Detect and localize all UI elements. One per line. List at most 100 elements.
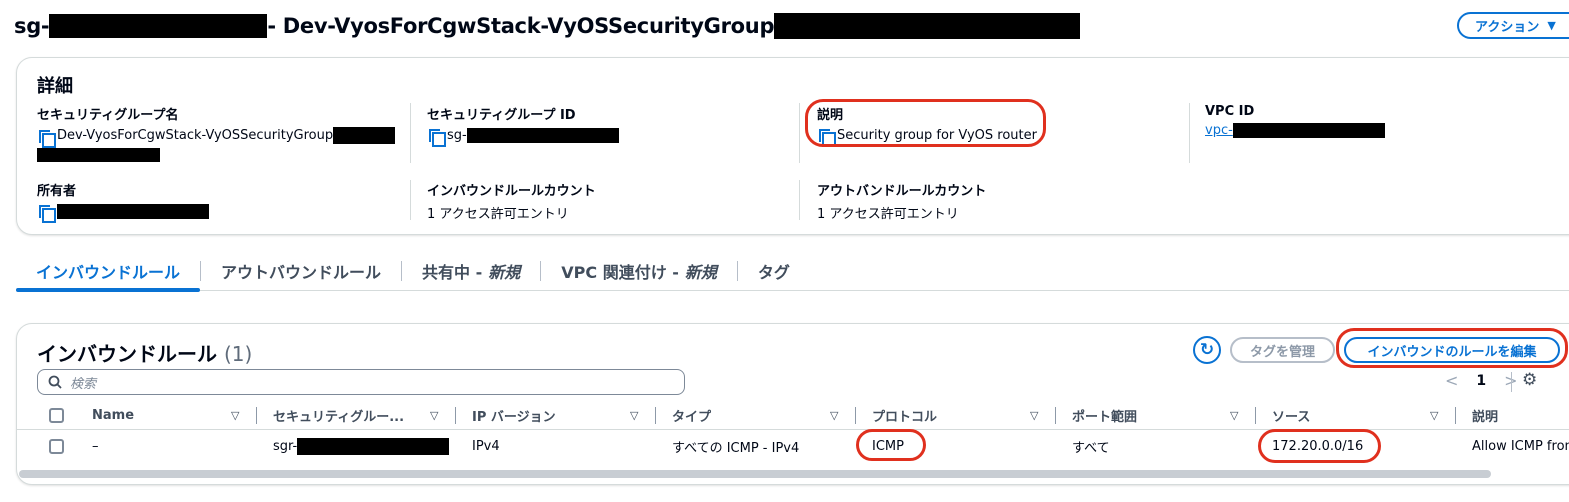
refresh-button[interactable]: ↻ <box>1193 336 1221 364</box>
refresh-icon: ↻ <box>1199 340 1215 360</box>
column-header-description[interactable]: 説明 <box>1472 400 1498 430</box>
tab-vpc-associations[interactable]: VPC 関連付け - 新規 <box>541 253 737 290</box>
row-checkbox[interactable] <box>49 438 64 454</box>
column-divider[interactable] <box>1055 407 1056 424</box>
gear-icon[interactable]: ⚙ <box>1522 370 1537 390</box>
column-header-port-range[interactable]: ポート範囲 <box>1072 400 1137 430</box>
rules-count: (1) <box>223 342 253 366</box>
title-prefix: sg- <box>14 14 50 38</box>
divider <box>410 103 411 163</box>
title-middle: - Dev-VyosForCgwStack-VyOSSecurityGroup <box>267 14 775 38</box>
horizontal-scrollbar[interactable] <box>19 470 1491 478</box>
inbound-count-field: インバウンドルールカウント 1 アクセス許可エントリ <box>427 180 596 222</box>
column-header-source[interactable]: ソース <box>1272 400 1310 430</box>
sg-id-value-row: sg- <box>427 127 619 147</box>
redacted-block <box>57 203 209 219</box>
tab-label: VPC 関連付け - <box>561 263 679 282</box>
rules-title-text: インバウンドルール <box>37 342 217 366</box>
divider <box>799 180 800 220</box>
column-header-sg-rule[interactable]: セキュリティグルー... <box>273 400 404 430</box>
description-field: 説明 Security group for VyOS router <box>817 104 1037 147</box>
description-value-row: Security group for VyOS router <box>817 127 1037 147</box>
sg-id-value: sg- <box>447 127 467 143</box>
sort-icon[interactable]: ▽ <box>231 409 239 422</box>
sort-icon[interactable]: ▽ <box>830 409 838 422</box>
sg-name-value-row: Dev-VyosForCgwStack-VyOSSecurityGroup <box>37 127 407 148</box>
cell-ip-version: IPv4 <box>472 438 500 454</box>
cell-name: – <box>92 438 99 454</box>
column-divider[interactable] <box>1455 407 1456 424</box>
column-header-type[interactable]: タイプ <box>672 400 711 430</box>
inbound-count-value: 1 アクセス許可エントリ <box>427 207 569 222</box>
actions-button[interactable]: アクション ▼ <box>1457 12 1569 39</box>
copy-icon[interactable] <box>427 127 446 147</box>
tab-inbound-rules[interactable]: インバウンドルール <box>16 253 201 292</box>
redacted-block <box>49 14 268 38</box>
table-row[interactable]: – sgr- IPv4 すべての ICMP - IPv4 ICMP すべて 17… <box>17 431 1569 461</box>
inbound-count-label: インバウンドルールカウント <box>427 184 596 199</box>
page-title: sg- - Dev-VyosForCgwStack-VyOSSecurityGr… <box>14 13 1081 39</box>
vpc-id-field: VPC ID vpc- <box>1205 104 1385 138</box>
tab-new-badge: 新規 <box>684 263 717 282</box>
tab-tags[interactable]: タグ <box>738 253 810 290</box>
sg-rule-id: sgr- <box>273 438 298 454</box>
search-placeholder: 検索 <box>70 376 97 392</box>
column-divider[interactable] <box>256 407 257 424</box>
search-input[interactable]: 検索 <box>37 369 685 395</box>
cell-port-range: すべて <box>1072 440 1110 456</box>
outbound-count-field: アウトバンドルールカウント 1 アクセス許可エントリ <box>817 180 986 222</box>
select-all-checkbox[interactable] <box>49 407 64 423</box>
copy-icon[interactable] <box>817 127 836 147</box>
tab-sharing[interactable]: 共有中 - 新規 <box>402 253 540 290</box>
column-header-ip-version[interactable]: IP バージョン <box>472 400 556 430</box>
divider <box>1189 103 1190 163</box>
select-all-cell <box>49 400 64 430</box>
vpc-id-link[interactable]: vpc- <box>1205 123 1233 138</box>
edit-inbound-rules-button[interactable]: インバウンドのルールを編集 <box>1344 337 1560 363</box>
page-header: sg- - Dev-VyosForCgwStack-VyOSSecurityGr… <box>14 10 1081 42</box>
column-divider[interactable] <box>1255 407 1256 424</box>
sg-name-overflow <box>37 147 407 162</box>
sort-icon[interactable]: ▽ <box>430 409 438 422</box>
tab-outbound-rules[interactable]: アウトバウンドルール <box>201 253 401 290</box>
redacted-block <box>37 147 160 162</box>
redacted-block <box>774 13 1081 39</box>
column-divider[interactable] <box>855 407 856 424</box>
cell-sg-rule: sgr- <box>273 431 450 461</box>
sg-id-field: セキュリティグループ ID sg- <box>427 104 619 147</box>
sort-icon[interactable]: ▽ <box>1030 409 1038 422</box>
column-header-protocol[interactable]: プロトコル <box>872 400 937 430</box>
sort-icon[interactable]: ▽ <box>630 409 638 422</box>
table-header: Name ▽ セキュリティグルー... ▽ IP バージョン ▽ タイプ ▽ プ… <box>17 400 1569 430</box>
tabs-bar: インバウンドルール アウトバウンドルール 共有中 - 新規 VPC 関連付け -… <box>16 253 1569 292</box>
copy-icon[interactable] <box>37 128 56 148</box>
redacted-block <box>466 127 619 143</box>
page-prev-icon[interactable]: < <box>1445 371 1458 390</box>
details-panel: 詳細 セキュリティグループ名 Dev-VyosForCgwStack-VyOSS… <box>16 57 1569 235</box>
cell-protocol: ICMP <box>872 438 904 454</box>
copy-icon[interactable] <box>37 203 56 223</box>
sort-icon[interactable]: ▽ <box>1230 409 1238 422</box>
details-title: 詳細 <box>37 76 73 97</box>
sg-name-label: セキュリティグループ名 <box>37 108 179 123</box>
tab-label: 共有中 - <box>422 263 483 282</box>
column-divider[interactable] <box>655 407 656 424</box>
page-number[interactable]: 1 <box>1476 373 1486 389</box>
rules-title: インバウンドルール (1) <box>37 338 252 367</box>
divider <box>799 103 800 163</box>
row-select-cell <box>49 431 64 461</box>
vpc-id-value-row: vpc- <box>1205 123 1385 138</box>
divider <box>410 180 411 220</box>
cell-type: すべての ICMP - IPv4 <box>672 440 800 456</box>
owner-value-row <box>37 203 209 223</box>
owner-field: 所有者 <box>37 180 209 223</box>
sg-id-label: セキュリティグループ ID <box>427 108 576 123</box>
description-label: 説明 <box>817 108 844 123</box>
owner-label: 所有者 <box>37 184 77 199</box>
sg-name-field: セキュリティグループ名 Dev-VyosForCgwStack-VyOSSecu… <box>37 104 407 162</box>
column-divider[interactable] <box>455 407 456 424</box>
sort-icon[interactable]: ▽ <box>1430 409 1438 422</box>
column-header-name[interactable]: Name <box>92 400 134 430</box>
manage-tags-button[interactable]: タグを管理 <box>1230 337 1335 363</box>
pagination: < 1 > <box>1445 371 1518 390</box>
